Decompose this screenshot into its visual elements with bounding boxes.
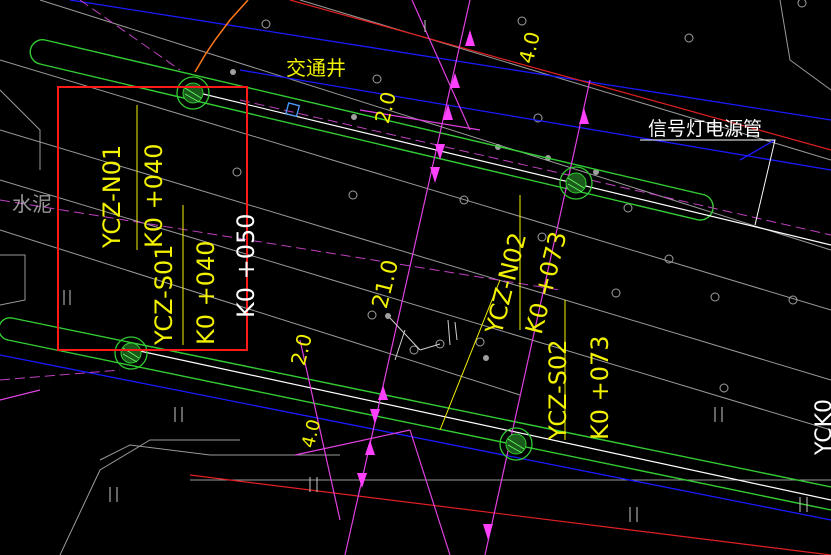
k050-label: K0 +050: [232, 213, 260, 318]
pipe-fittings: [389, 317, 458, 361]
signal-conduit-label: 信号灯电源管: [648, 118, 763, 140]
edge-label: YCK0: [812, 398, 831, 455]
s01-code-label: YCZ-S01: [150, 244, 178, 345]
traffic-well-label: 交通井: [286, 56, 346, 80]
orange-line: [194, 0, 249, 73]
traffic-well-symbol: [285, 102, 301, 118]
well-s02: [499, 427, 533, 461]
conduit-leader: [640, 139, 776, 226]
cement-label: 水泥: [12, 192, 52, 216]
n01-station-label: K0 +040: [140, 143, 168, 248]
well-n02: [559, 166, 593, 200]
s02-code-label: YCZ-S02: [544, 339, 572, 440]
n01-code-label: YCZ-N01: [98, 144, 126, 248]
s02-station-label: K0 +073: [586, 335, 614, 440]
s01-station-label: K0 +040: [192, 240, 220, 345]
